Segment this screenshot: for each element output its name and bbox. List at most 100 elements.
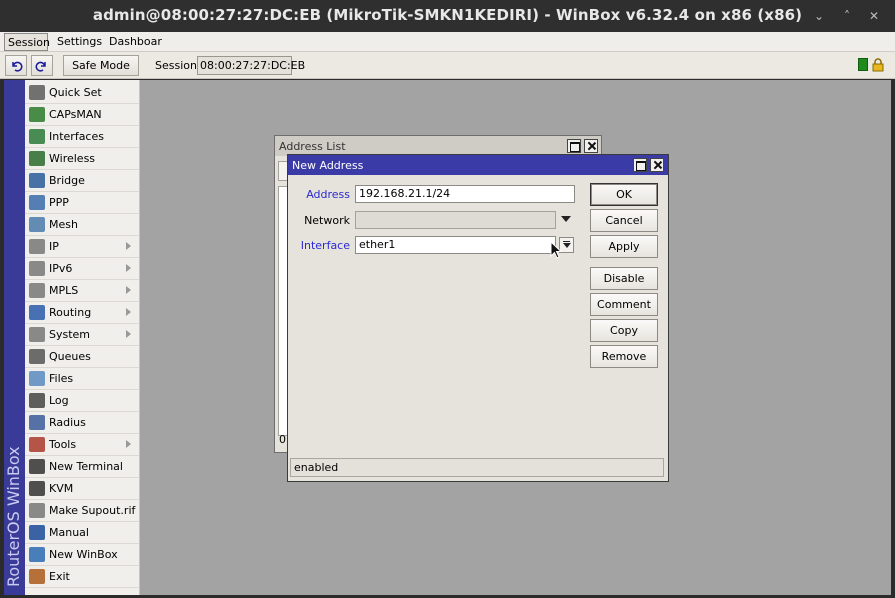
ipv6-icon: [29, 261, 45, 276]
lock-icon: [872, 58, 884, 72]
sidebar-item-quick-set[interactable]: Quick Set: [25, 82, 139, 104]
session-field[interactable]: 08:00:27:27:DC:EB: [197, 56, 305, 75]
sidebar-item-wireless[interactable]: Wireless: [25, 148, 139, 170]
new-address-title[interactable]: New Address: [288, 155, 668, 175]
sidebar-item-exit[interactable]: Exit: [25, 566, 139, 588]
radius-icon: [29, 415, 45, 430]
safe-mode-button[interactable]: Safe Mode: [63, 55, 139, 76]
submenu-arrow-icon: [126, 286, 131, 294]
sidebar-item-tools[interactable]: Tools: [25, 434, 139, 456]
address-list-count: 0: [279, 433, 286, 446]
copy-button[interactable]: Copy: [590, 319, 658, 342]
sidebar-item-system[interactable]: System: [25, 324, 139, 346]
network-dropdown-icon[interactable]: [561, 216, 571, 222]
sidebar-item-interfaces[interactable]: Interfaces: [25, 126, 139, 148]
sidebar-item-label: Mesh: [49, 218, 78, 231]
undo-icon: [12, 61, 23, 72]
sidebar-item-kvm[interactable]: KVM: [25, 478, 139, 500]
sidebar-item-label: Wireless: [49, 152, 96, 165]
menu-dashboard[interactable]: Dashboard: [109, 35, 162, 48]
mpls-icon: [29, 283, 45, 298]
sidebar-item-radius[interactable]: Radius: [25, 412, 139, 434]
sidebar-item-bridge[interactable]: Bridge: [25, 170, 139, 192]
address-list-title[interactable]: Address List: [275, 136, 601, 156]
menu-session[interactable]: Session: [4, 33, 50, 51]
sidebar-item-log[interactable]: Log: [25, 390, 139, 412]
brand-strip: RouterOS WinBox: [4, 80, 25, 595]
mesh-icon: [29, 217, 45, 232]
bridge-icon: [29, 173, 45, 188]
sidebar-item-label: New Terminal: [49, 460, 123, 473]
interfaces-icon: [29, 129, 45, 144]
sidebar-item-new-terminal[interactable]: New Terminal: [25, 456, 139, 478]
ok-button[interactable]: OK: [590, 183, 658, 206]
ip-icon: [29, 239, 45, 254]
sidebar-item-label: Tools: [49, 438, 77, 451]
supout-icon: [29, 503, 45, 518]
ppp-icon: [29, 195, 45, 210]
submenu-arrow-icon: [126, 264, 131, 272]
apply-button[interactable]: Apply: [590, 235, 658, 258]
sidebar-item-make-supout-rif[interactable]: Make Supout.rif: [25, 500, 139, 522]
mouse-cursor-icon: [550, 241, 562, 259]
cancel-button[interactable]: Cancel: [590, 209, 658, 232]
sidebar-item-capsman[interactable]: CAPsMAN: [25, 104, 139, 126]
sidebar-item-label: Routing: [49, 306, 92, 319]
sidebar-item-ip[interactable]: IP: [25, 236, 139, 258]
frame-right: [891, 80, 895, 598]
undo-button[interactable]: [5, 55, 27, 76]
address-label: Address: [306, 188, 350, 201]
sidebar-item-label: System: [49, 328, 91, 341]
remove-button[interactable]: Remove: [590, 345, 658, 368]
terminal-icon: [29, 459, 45, 474]
sidebar-item-queues[interactable]: Queues: [25, 346, 139, 368]
system-icon: [29, 327, 45, 342]
sidebar-item-files[interactable]: Files: [25, 368, 139, 390]
toolbar: Safe Mode Session 08:00:27:27:DC:EB: [0, 52, 895, 79]
menu-settings[interactable]: Settings: [57, 35, 102, 48]
capsman-icon: [29, 107, 45, 122]
submenu-arrow-icon: [126, 440, 131, 448]
sidebar: Quick Set CAPsMAN Interfaces Wireless Bridge…: [25, 80, 140, 595]
sidebar-item-ppp[interactable]: PPP: [25, 192, 139, 214]
sidebar-item-label: KVM: [49, 482, 74, 495]
log-icon: [29, 393, 45, 408]
sidebar-item-label: Files: [49, 372, 74, 385]
comment-button[interactable]: Comment: [590, 293, 658, 316]
sidebar-item-mpls[interactable]: MPLS: [25, 280, 139, 302]
address-input[interactable]: 192.168.21.1/24: [355, 185, 575, 203]
manual-icon: [29, 525, 45, 540]
sidebar-item-label: Log: [49, 394, 69, 407]
redo-button[interactable]: [31, 55, 53, 76]
minimize-button[interactable]: ⌄: [811, 8, 827, 24]
new-address-maximize-button[interactable]: [633, 158, 647, 172]
close-window-button[interactable]: ✕: [866, 8, 882, 24]
submenu-arrow-icon: [126, 308, 131, 316]
maximize-button[interactable]: ˄: [839, 8, 855, 24]
sidebar-item-label: IPv6: [49, 262, 73, 275]
interface-select[interactable]: ether1: [355, 236, 556, 254]
sidebar-item-label: Bridge: [49, 174, 85, 187]
sidebar-item-label: MPLS: [49, 284, 79, 297]
routing-icon: [29, 305, 45, 320]
sidebar-item-routing[interactable]: Routing: [25, 302, 139, 324]
sidebar-item-ipv6[interactable]: IPv6: [25, 258, 139, 280]
network-label: Network: [304, 214, 350, 227]
network-input[interactable]: [355, 211, 556, 229]
sidebar-item-new-winbox[interactable]: New WinBox: [25, 544, 139, 566]
disable-button[interactable]: Disable: [590, 267, 658, 290]
sidebar-item-manual[interactable]: Manual: [25, 522, 139, 544]
sidebar-item-label: Exit: [49, 570, 70, 583]
sidebar-item-mesh[interactable]: Mesh: [25, 214, 139, 236]
window-title: admin@08:00:27:27:DC:EB (MikroTik-SMKN1K…: [92, 6, 803, 24]
address-list-maximize-button[interactable]: [567, 139, 581, 153]
new-address-close-button[interactable]: [650, 158, 664, 172]
new-address-dialog[interactable]: New Address Address 192.168.21.1/24 Netw…: [287, 154, 669, 482]
queues-icon: [29, 349, 45, 364]
address-list-close-button[interactable]: [584, 139, 598, 153]
new-winbox-icon: [29, 547, 45, 562]
quick-set-icon: [29, 85, 45, 100]
exit-icon: [29, 569, 45, 584]
sidebar-item-label: Radius: [49, 416, 86, 429]
status-bar: enabled: [290, 458, 664, 477]
